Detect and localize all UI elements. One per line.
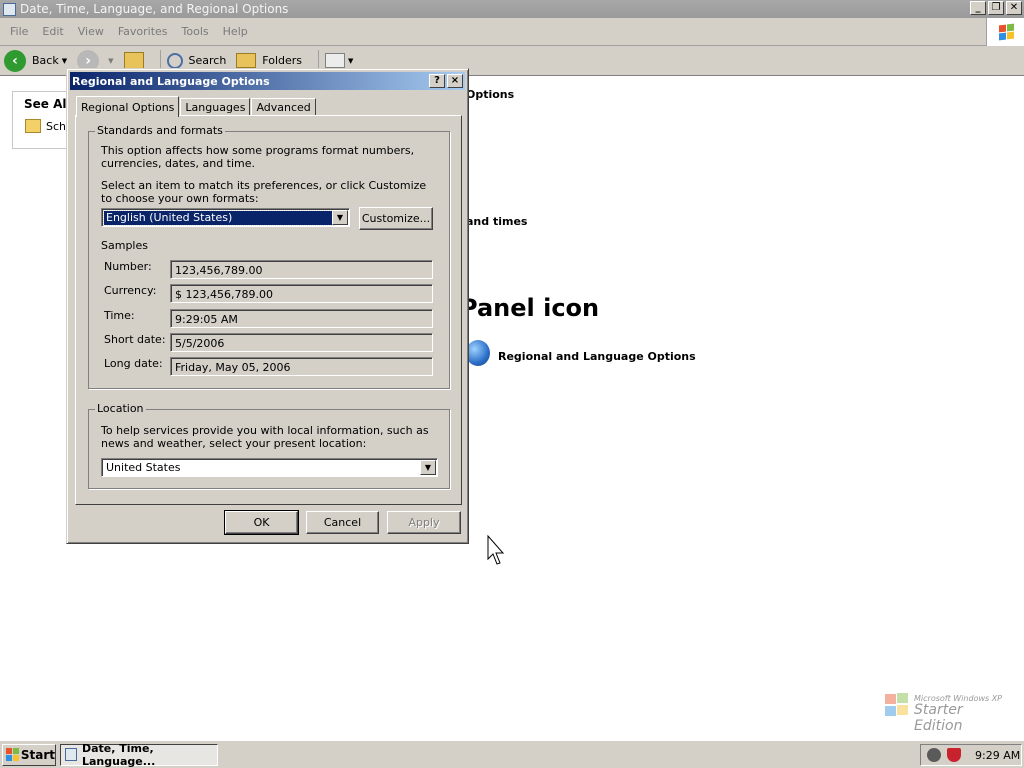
- system-tray: 9:29 AM: [920, 744, 1022, 766]
- start-label: Start: [20, 747, 55, 762]
- tab-advanced[interactable]: Advanced: [251, 98, 316, 116]
- menu-help[interactable]: Help: [216, 25, 255, 38]
- samples-label: Samples: [101, 239, 148, 252]
- sample-currency-label: Currency:: [104, 284, 157, 297]
- cancel-button[interactable]: Cancel: [306, 511, 379, 534]
- search-button[interactable]: Search: [166, 52, 227, 69]
- views-dropdown-icon: ▼: [348, 56, 354, 65]
- menu-edit[interactable]: Edit: [35, 25, 70, 38]
- back-dropdown-icon: ▼: [61, 56, 68, 65]
- standards-group: Standards and formats This option affect…: [88, 124, 450, 389]
- start-button[interactable]: Start: [2, 743, 56, 766]
- format-select[interactable]: English (United States) ▼: [101, 208, 350, 227]
- sample-short-date-label: Short date:: [104, 333, 166, 346]
- control-panel-icon: [3, 2, 16, 16]
- standards-select-description: Select an item to match its preferences,…: [101, 179, 427, 205]
- windows-flag-icon: [986, 18, 1024, 46]
- views-button[interactable]: ▼: [325, 53, 353, 68]
- up-folder-button[interactable]: [123, 51, 144, 70]
- dialog-title: Regional and Language Options: [72, 74, 270, 88]
- main-window-titlebar: Date, Time, Language, and Regional Optio…: [0, 0, 1024, 18]
- minimize-button[interactable]: _: [970, 1, 986, 15]
- menu-view[interactable]: View: [71, 25, 111, 38]
- views-icon: [325, 53, 346, 68]
- dialog-titlebar: Regional and Language Options ? ×: [70, 72, 465, 90]
- taskbar: Start Date, Time, Language... 9:29 AM: [0, 740, 1024, 768]
- brand-line-2: Starter Edition: [914, 702, 963, 734]
- dialog-close-button[interactable]: ×: [447, 74, 463, 88]
- apply-button[interactable]: Apply: [387, 511, 461, 534]
- tray-security-shield-icon[interactable]: [947, 748, 961, 762]
- sample-currency-value: $ 123,456,789.00: [170, 284, 433, 303]
- regional-options-panel: Standards and formats This option affect…: [75, 115, 462, 505]
- main-window-title: Date, Time, Language, and Regional Optio…: [20, 2, 289, 16]
- start-flag-icon: [6, 747, 19, 762]
- menu-file[interactable]: File: [3, 25, 35, 38]
- taskbar-item-date-time[interactable]: Date, Time, Language...: [60, 741, 218, 768]
- sample-time-value: 9:29:05 AM: [170, 309, 433, 328]
- regional-language-link[interactable]: Regional and Language Options: [498, 350, 696, 363]
- back-arrow-icon: ‹: [4, 49, 26, 72]
- sample-time-label: Time:: [104, 309, 135, 322]
- ok-button[interactable]: OK: [224, 510, 299, 535]
- sample-number-value: 123,456,789.00: [170, 260, 433, 279]
- task-link-options[interactable]: Options: [466, 88, 514, 101]
- menu-bar: File Edit View Favorites Tools Help: [0, 18, 1024, 46]
- forward-dropdown-icon: ▼: [108, 56, 114, 65]
- mouse-cursor-icon: [487, 535, 505, 565]
- tray-clock[interactable]: 9:29 AM: [975, 749, 1020, 762]
- location-description: To help services provide you with local …: [101, 424, 429, 450]
- windows-flag-watermark-icon: [884, 692, 910, 718]
- standards-group-label: Standards and formats: [95, 124, 225, 137]
- dialog-tabs: Regional Options Languages Advanced: [76, 94, 317, 117]
- folders-button[interactable]: Folders: [236, 53, 302, 68]
- menu-tools[interactable]: Tools: [175, 25, 216, 38]
- windows-xp-brand: Microsoft Windows XP Starter Edition: [884, 690, 1014, 734]
- tray-network-icon[interactable]: [927, 748, 941, 762]
- search-label: Search: [188, 54, 227, 67]
- tab-languages[interactable]: Languages: [180, 98, 251, 116]
- close-button[interactable]: ✕: [1006, 1, 1022, 15]
- up-folder-icon: [123, 51, 144, 70]
- back-button[interactable]: ‹ Back ▼: [4, 49, 68, 72]
- regional-language-dialog: Regional and Language Options ? × Region…: [66, 68, 469, 544]
- sample-short-date-value: 5/5/2006: [170, 333, 433, 352]
- location-group: Location To help services provide you wi…: [88, 402, 450, 489]
- location-select[interactable]: United States ▼: [101, 458, 438, 477]
- folders-label: Folders: [262, 54, 303, 67]
- sample-number-label: Number:: [104, 260, 152, 273]
- standards-description: This option affects how some programs fo…: [101, 144, 415, 170]
- tab-regional-options[interactable]: Regional Options: [76, 96, 180, 117]
- taskbar-item-label: Date, Time, Language...: [81, 741, 156, 768]
- format-select-value: English (United States): [103, 210, 334, 226]
- back-label: Back: [32, 54, 59, 67]
- control-panel-task-icon: [65, 748, 77, 761]
- globe-icon[interactable]: [466, 340, 490, 366]
- location-select-value: United States: [106, 461, 181, 474]
- location-group-label: Location: [95, 402, 146, 415]
- task-link-times[interactable]: and times: [466, 215, 527, 228]
- customize-button[interactable]: Customize...: [359, 207, 433, 230]
- restore-button[interactable]: ❐: [988, 1, 1004, 15]
- panel-icon-heading: Panel icon: [460, 294, 600, 322]
- format-select-dropdown-icon[interactable]: ▼: [332, 210, 348, 225]
- scheduled-tasks-icon: [25, 119, 41, 133]
- sample-long-date-label: Long date:: [104, 357, 163, 370]
- dialog-help-button[interactable]: ?: [429, 74, 445, 88]
- sample-long-date-value: Friday, May 05, 2006: [170, 357, 433, 376]
- menu-favorites[interactable]: Favorites: [111, 25, 175, 38]
- folders-icon: [236, 53, 257, 68]
- location-select-dropdown-icon[interactable]: ▼: [420, 460, 436, 475]
- search-icon: [166, 52, 183, 69]
